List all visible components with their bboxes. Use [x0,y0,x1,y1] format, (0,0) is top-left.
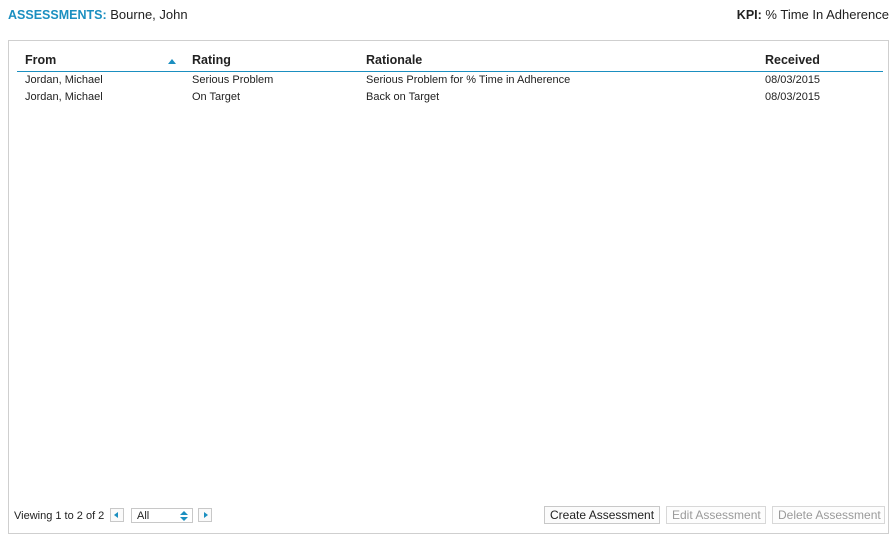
kpi-label: KPI: [736,8,762,22]
cell-received: 08/03/2015 [765,74,821,86]
next-page-button[interactable] [198,508,212,522]
page-size-value: All [137,510,150,522]
viewing-count: Viewing 1 to 2 of 2 [14,510,105,522]
cell-from: Jordan, Michael [25,74,103,86]
cell-rationale: Back on Target [366,91,440,103]
context-header: ASSESSMENTS: Bourne, John KPI: % Time In… [0,0,895,30]
column-header-received[interactable]: Received [765,53,820,67]
column-header-rating[interactable]: Rating [192,53,231,67]
employee-name: Bourne, John [110,7,188,22]
kpi-value: % Time In Adherence [765,7,889,22]
assessments-panel: From Rating Rationale Received Jordan, M… [8,40,889,534]
assessments-context: ASSESSMENTS: Bourne, John [8,7,188,22]
delete-assessment-button[interactable]: Delete Assessment [772,506,885,524]
create-assessment-button[interactable]: Create Assessment [544,506,660,524]
kpi-context: KPI: % Time In Adherence [737,7,889,22]
cell-rationale: Serious Problem for % Time in Adherence [366,74,571,86]
grid-body: Jordan, Michael Serious Problem Serious … [17,73,883,107]
table-row[interactable]: Jordan, Michael On Target Back on Target… [17,90,883,107]
prev-page-button[interactable] [110,508,124,522]
cell-rating: Serious Problem [192,74,274,86]
cell-received: 08/03/2015 [765,91,821,103]
sort-ascending-icon[interactable] [168,59,176,64]
page-size-select[interactable]: All [131,508,193,523]
edit-assessment-button[interactable]: Edit Assessment [666,506,766,524]
next-page-icon [204,512,208,518]
column-header-rationale[interactable]: Rationale [366,53,422,67]
table-row[interactable]: Jordan, Michael Serious Problem Serious … [17,73,883,90]
assessments-label: ASSESSMENTS: [8,8,107,22]
cell-rating: On Target [192,91,241,103]
cell-from: Jordan, Michael [25,91,103,103]
grid-footer: Viewing 1 to 2 of 2 All Create Assessmen… [9,505,888,527]
spinner-up-icon [180,511,188,515]
prev-page-icon [114,512,118,518]
column-header-from[interactable]: From [25,53,56,67]
grid-header: From Rating Rationale Received [17,53,883,72]
spinner-down-icon [180,517,188,521]
